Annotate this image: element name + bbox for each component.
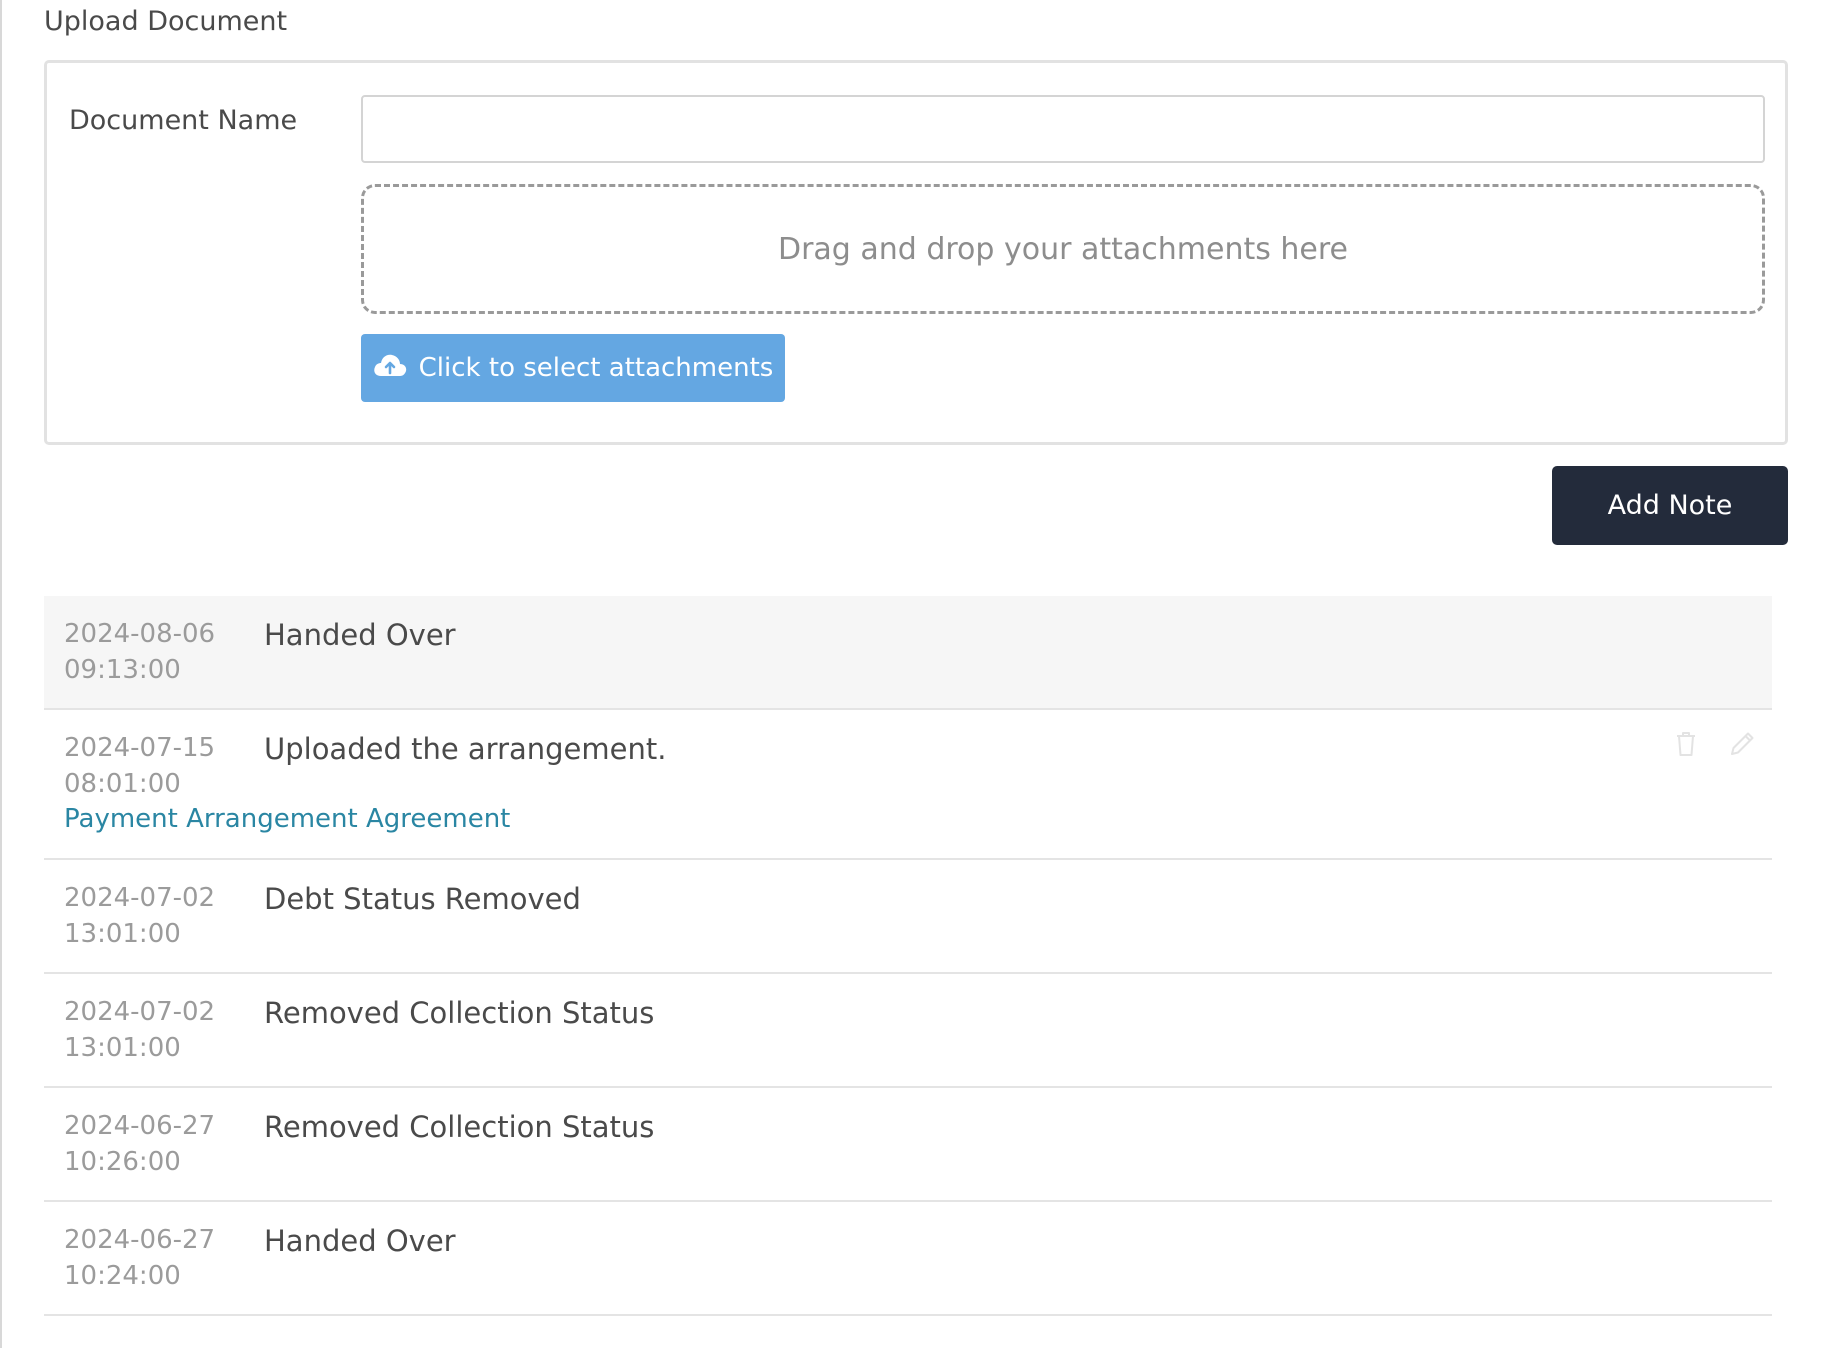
select-attachments-label: Click to select attachments <box>418 353 774 383</box>
note-timestamp: 2024-07-02 13:01:00 <box>64 994 244 1066</box>
note-row: 2024-07-15 08:01:00 Uploaded the arrange… <box>44 710 1772 860</box>
trash-icon[interactable] <box>1674 730 1698 758</box>
document-name-label: Document Name <box>69 105 298 136</box>
note-row: 2024-06-27 10:26:00 Removed Collection S… <box>44 1088 1772 1202</box>
select-attachments-button[interactable]: Click to select attachments <box>361 334 785 402</box>
cloud-upload-icon <box>373 352 407 385</box>
pencil-icon[interactable] <box>1728 730 1756 758</box>
note-time: 09:13:00 <box>64 655 181 685</box>
note-attachment-link[interactable]: Payment Arrangement Agreement <box>64 804 510 834</box>
note-text: Debt Status Removed <box>264 882 581 916</box>
note-time: 10:24:00 <box>64 1261 181 1291</box>
note-date: 2024-07-02 <box>64 997 216 1027</box>
note-date: 2024-08-06 <box>64 619 216 649</box>
note-text: Removed Collection Status <box>264 1110 655 1144</box>
note-time: 13:01:00 <box>64 1033 181 1063</box>
upload-panel: Document Name Drag and drop your attachm… <box>44 60 1788 445</box>
attachment-dropzone[interactable]: Drag and drop your attachments here <box>361 184 1765 314</box>
note-time: 10:26:00 <box>64 1147 181 1177</box>
note-text: Uploaded the arrangement. <box>264 732 667 766</box>
note-text: Handed Over <box>264 618 456 652</box>
notes-list: 2024-08-06 09:13:00 Handed Over 2024-07-… <box>44 596 1772 1316</box>
note-timestamp: 2024-08-06 09:13:00 <box>64 616 244 688</box>
note-row: 2024-07-02 13:01:00 Debt Status Removed <box>44 860 1772 974</box>
note-time: 13:01:00 <box>64 919 181 949</box>
note-date: 2024-06-27 <box>64 1111 216 1141</box>
document-name-input[interactable] <box>361 95 1765 163</box>
notes-page: Upload Document Document Name Drag and d… <box>0 0 1828 1348</box>
note-timestamp: 2024-07-02 13:01:00 <box>64 880 244 952</box>
note-row-actions <box>1674 730 1756 758</box>
note-timestamp: 2024-06-27 10:26:00 <box>64 1108 244 1180</box>
note-text: Handed Over <box>264 1224 456 1258</box>
note-timestamp: 2024-07-15 08:01:00 <box>64 730 244 802</box>
note-time: 08:01:00 <box>64 769 181 799</box>
note-row: 2024-08-06 09:13:00 Handed Over <box>44 596 1772 710</box>
add-note-button[interactable]: Add Note <box>1552 466 1788 545</box>
note-timestamp: 2024-06-27 10:24:00 <box>64 1222 244 1294</box>
note-row: 2024-07-02 13:01:00 Removed Collection S… <box>44 974 1772 1088</box>
upload-section-title: Upload Document <box>44 6 288 37</box>
add-note-label: Add Note <box>1607 490 1733 521</box>
note-row: 2024-06-27 10:24:00 Handed Over <box>44 1202 1772 1316</box>
note-date: 2024-06-27 <box>64 1225 216 1255</box>
note-date: 2024-07-02 <box>64 883 216 913</box>
note-date: 2024-07-15 <box>64 733 216 763</box>
dropzone-text: Drag and drop your attachments here <box>777 231 1349 267</box>
note-text: Removed Collection Status <box>264 996 655 1030</box>
